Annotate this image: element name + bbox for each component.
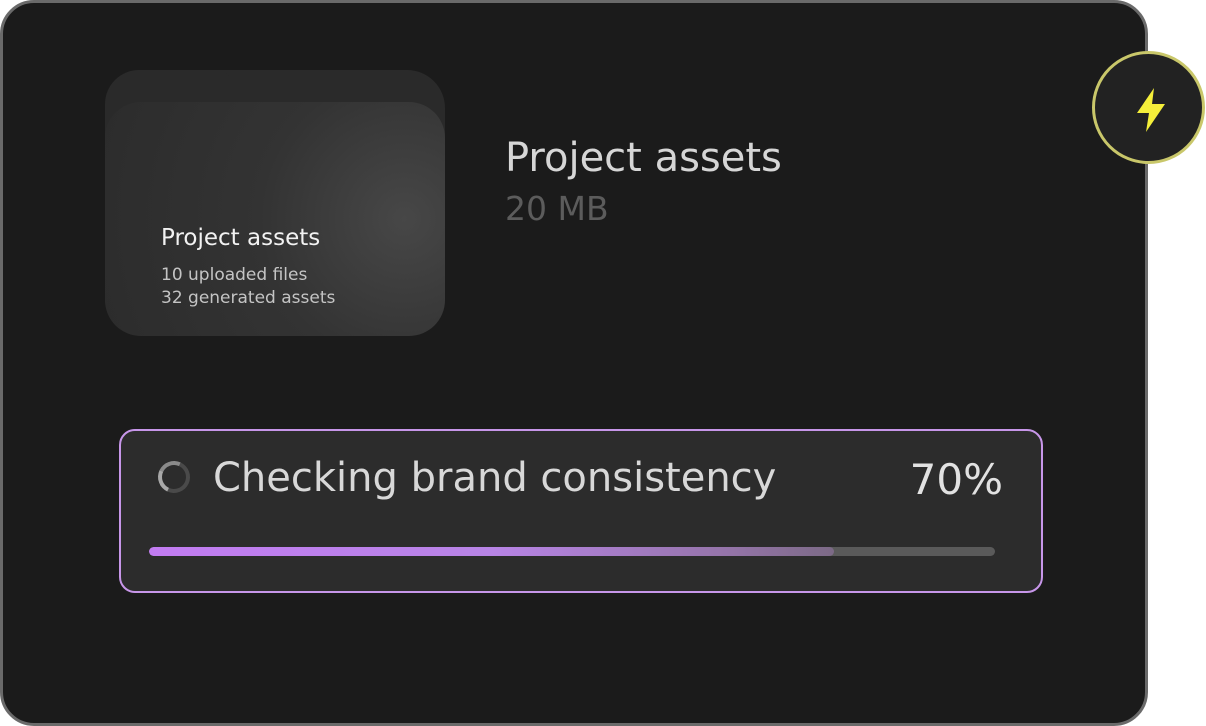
loading-spinner-icon [153,456,195,498]
folder-title: Project assets [161,225,321,251]
progress-percentage: 70% [909,455,1003,504]
asset-name: Project assets [505,135,782,181]
folder-uploaded-count: 10 uploaded files [161,265,308,285]
project-card: Project assets 10 uploaded files 32 gene… [0,0,1148,726]
progress-track [149,547,995,556]
folder-icon[interactable]: Project assets 10 uploaded files 32 gene… [105,70,445,336]
lightning-badge[interactable] [1092,51,1205,164]
progress-fill [149,547,835,556]
lightning-bolt-icon [1137,88,1165,132]
progress-panel: Checking brand consistency 70% [119,429,1043,593]
progress-label: Checking brand consistency [213,455,777,501]
asset-size: 20 MB [505,189,609,228]
folder-generated-count: 32 generated assets [161,288,336,308]
